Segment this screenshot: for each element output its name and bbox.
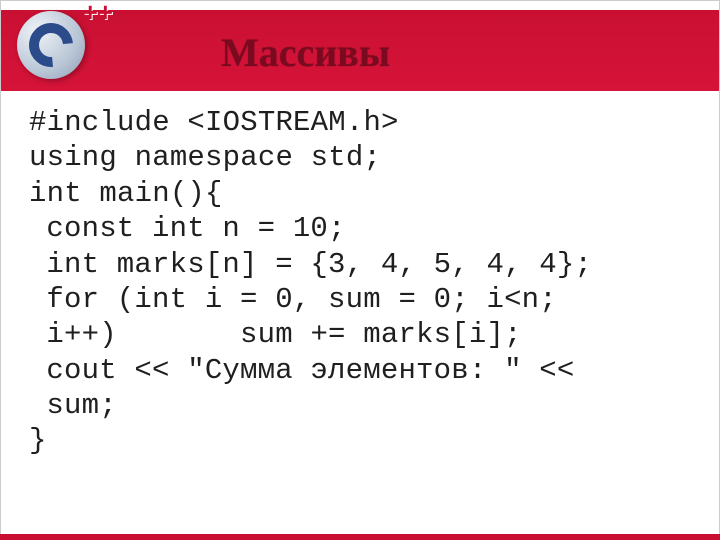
logo-circle (17, 11, 85, 79)
code-line: } (29, 423, 691, 458)
code-line: int main(){ (29, 176, 691, 211)
cpp-logo: ++ (7, 1, 95, 89)
code-span: i++) (46, 318, 116, 351)
code-line: i++) sum += marks[i]; (29, 317, 691, 352)
code-line: int marks[n] = {3, 4, 5, 4, 4}; (29, 247, 691, 282)
code-span: sum += marks[i]; (117, 318, 522, 351)
code-line: const int n = 10; (29, 211, 691, 246)
slide-header: ++ Массивы (1, 1, 719, 91)
code-line: cout << "Сумма элементов: " << (29, 353, 691, 388)
logo-plus-icon: ++ (83, 0, 113, 28)
code-block: #include <IOSTREAM.h> using namespace st… (1, 91, 719, 469)
logo-c-shape (20, 14, 82, 76)
code-line: for (int i = 0, sum = 0; i<n; (29, 282, 691, 317)
code-line: using namespace std; (29, 140, 691, 175)
slide-title: Массивы (221, 29, 390, 76)
footer-bar (0, 534, 720, 540)
code-line: #include <IOSTREAM.h> (29, 105, 691, 140)
code-line: sum; (29, 388, 691, 423)
